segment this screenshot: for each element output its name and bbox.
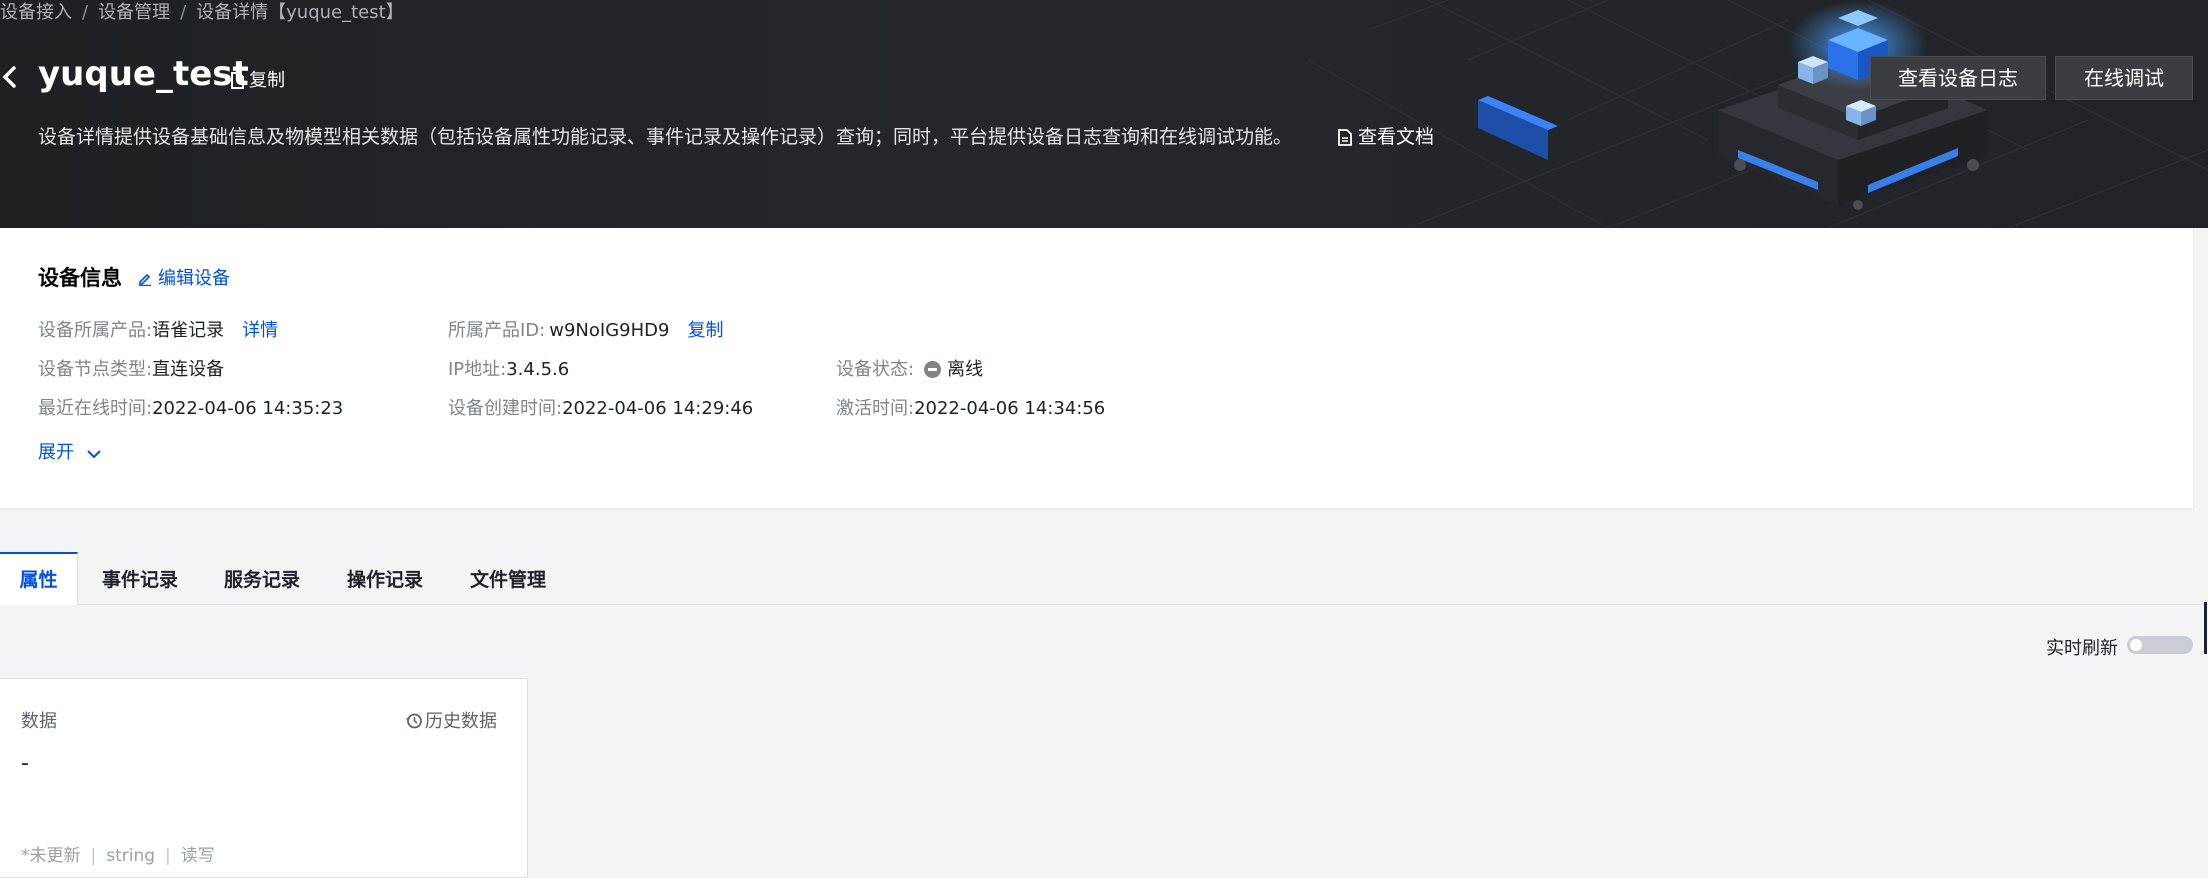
edit-icon [139,273,151,287]
breadcrumb-item-device-access[interactable]: 设备接入 [0,2,72,23]
field-node-type-label: 设备节点类型: [38,359,153,380]
property-update-state: *未更新 [21,846,81,866]
history-icon [406,713,422,729]
copy-icon [231,72,244,89]
field-status: 设备状态: 离线 [836,355,983,381]
breadcrumb-item-device-manage[interactable]: 设备管理 [98,2,170,23]
view-device-log-button[interactable]: 查看设备日志 [1870,56,2046,100]
field-activated-label: 激活时间: [836,398,915,419]
property-value: - [21,751,29,776]
toggle-knob [2130,639,2142,651]
expand-toggle[interactable]: 展开 [38,438,102,464]
meta-divider: | [165,846,171,866]
property-card: 数据 历史数据 - *未更新 | string | 读写 [0,678,528,878]
field-ip: IP地址:3.4.5.6 [448,355,569,381]
field-node-type-value: 直连设备 [152,359,225,380]
field-product-id-label: 所属产品ID: [448,320,546,341]
field-ip-label: IP地址: [448,359,507,380]
property-name: 数据 [21,711,57,732]
field-status-label: 设备状态: [836,359,915,380]
view-doc-label: 查看文档 [1358,126,1435,148]
history-data-label: 历史数据 [425,711,497,732]
offline-status-icon [924,361,942,378]
device-info-title: 设备信息 [38,266,122,290]
field-last-online-label: 最近在线时间: [38,398,153,419]
field-node-type: 设备节点类型:直连设备 [38,355,224,381]
field-last-online-value: 2022-04-06 14:35:23 [152,398,344,419]
page-header-banner: 设备接入 / 设备管理 / 设备详情【yuque_test】 yuque_test 复制… [0,0,2208,228]
property-access-mode: 读写 [180,846,215,866]
expand-label: 展开 [38,442,74,463]
field-product-label: 设备所属产品: [38,320,153,341]
online-debug-button[interactable]: 在线调试 [2055,56,2193,100]
copy-label: 复制 [249,70,285,91]
back-arrow-icon[interactable] [0,62,20,92]
device-info-card: 设备信息 编辑设备 设备所属产品:语雀记录 详情 所属产品ID: w9NoIG9HD… [0,228,2193,508]
field-created-value: 2022-04-06 14:29:46 [562,398,754,419]
document-icon [1338,129,1352,146]
copy-product-id-link[interactable]: 复制 [687,320,723,341]
tab-services[interactable]: 服务记录 [214,552,310,605]
tab-operations[interactable]: 操作记录 [337,552,433,605]
edit-device-link[interactable]: 编辑设备 [138,264,230,290]
field-product-id-value: w9NoIG9HD9 [549,320,670,341]
field-last-online: 最近在线时间:2022-04-06 14:35:23 [38,394,343,420]
realtime-refresh-toggle[interactable] [2127,636,2193,654]
history-data-link[interactable]: 历史数据 [405,707,497,733]
property-meta: *未更新 | string | 读写 [21,841,215,866]
field-created: 设备创建时间:2022-04-06 14:29:46 [448,394,753,420]
page-description: 设备详情提供设备基础信息及物模型相关数据（包括设备属性功能记录、事件记录及操作记… [38,126,1293,148]
property-data-type: string [106,846,156,866]
field-product-value: 语雀记录 [152,320,225,341]
detail-tabs: 属性 事件记录 服务记录 操作记录 文件管理 [0,552,2208,605]
field-status-value: 离线 [947,359,984,380]
copy-title-button[interactable]: 复制 [230,66,285,92]
field-ip-value: 3.4.5.6 [506,359,570,380]
field-activated: 激活时间:2022-04-06 14:34:56 [836,394,1105,420]
page-title: yuque_test [38,54,249,94]
meta-divider: | [90,846,97,866]
breadcrumb-separator: / [180,2,187,23]
tab-properties[interactable]: 属性 [0,552,78,605]
edit-device-label: 编辑设备 [158,268,230,289]
field-product: 设备所属产品:语雀记录 详情 [38,316,278,342]
scrollbar-edge [2204,602,2207,654]
chevron-down-icon [87,450,101,459]
field-activated-value: 2022-04-06 14:34:56 [914,398,1106,419]
breadcrumb-separator: / [82,2,89,23]
realtime-refresh-label: 实时刷新 [2046,638,2118,659]
field-product-id: 所属产品ID: w9NoIG9HD9 复制 [448,316,723,342]
tab-files[interactable]: 文件管理 [460,552,556,605]
product-detail-link[interactable]: 详情 [242,320,278,341]
tab-events[interactable]: 事件记录 [92,552,188,605]
breadcrumb: 设备接入 / 设备管理 / 设备详情【yuque_test】 [0,0,404,24]
breadcrumb-item-device-detail: 设备详情【yuque_test】 [196,2,404,23]
field-created-label: 设备创建时间: [448,398,563,419]
banner-chip-illustration [1308,0,2208,228]
view-doc-link[interactable]: 查看文档 [1338,122,1434,149]
